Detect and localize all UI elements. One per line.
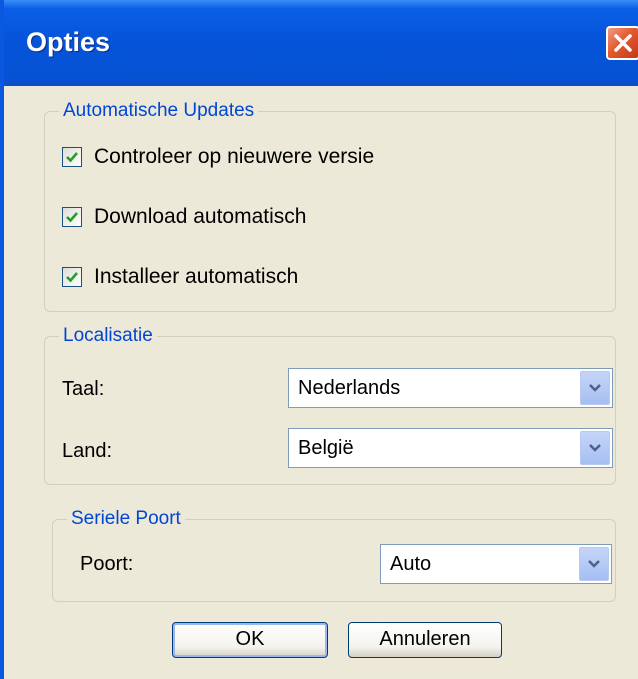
chevron-down-icon — [589, 384, 601, 392]
country-dropdown-button[interactable] — [580, 431, 610, 465]
download-auto-checkbox[interactable] — [62, 207, 82, 227]
serial-port-legend: Seriele Poort — [71, 508, 181, 529]
options-dialog: Opties Automatische Updates Controleer o… — [0, 0, 638, 679]
port-label: Poort: — [80, 553, 134, 575]
check-updates-option[interactable]: Controleer op nieuwere versie — [62, 145, 374, 169]
country-select[interactable]: België — [288, 428, 613, 468]
install-auto-option[interactable]: Installeer automatisch — [62, 265, 298, 289]
port-dropdown-button[interactable] — [579, 547, 609, 581]
localisation-legend: Localisatie — [63, 325, 153, 346]
download-auto-label: Download automatisch — [94, 205, 307, 228]
download-auto-option[interactable]: Download automatisch — [62, 205, 306, 229]
window-title: Opties — [26, 27, 111, 57]
cancel-button[interactable]: Annuleren — [348, 622, 502, 658]
language-dropdown-button[interactable] — [580, 371, 610, 405]
port-select[interactable]: Auto — [380, 544, 612, 584]
checkmark-icon — [66, 152, 78, 163]
install-auto-checkbox[interactable] — [62, 267, 82, 287]
language-value: Nederlands — [298, 377, 401, 399]
title-bar[interactable]: Opties — [4, 0, 638, 86]
install-auto-label: Installeer automatisch — [94, 265, 299, 288]
updates-legend: Automatische Updates — [63, 100, 255, 121]
country-label: Land: — [62, 440, 113, 462]
ok-button[interactable]: OK — [172, 622, 328, 658]
port-value: Auto — [390, 553, 432, 575]
check-updates-label: Controleer op nieuwere versie — [94, 145, 375, 168]
country-value: België — [298, 437, 354, 459]
chevron-down-icon — [588, 560, 600, 568]
language-label: Taal: — [62, 378, 105, 400]
close-button[interactable] — [606, 26, 638, 60]
checkmark-icon — [66, 272, 78, 283]
checkmark-icon — [66, 212, 78, 223]
check-updates-checkbox[interactable] — [62, 147, 82, 167]
language-select[interactable]: Nederlands — [288, 368, 613, 408]
chevron-down-icon — [589, 444, 601, 452]
